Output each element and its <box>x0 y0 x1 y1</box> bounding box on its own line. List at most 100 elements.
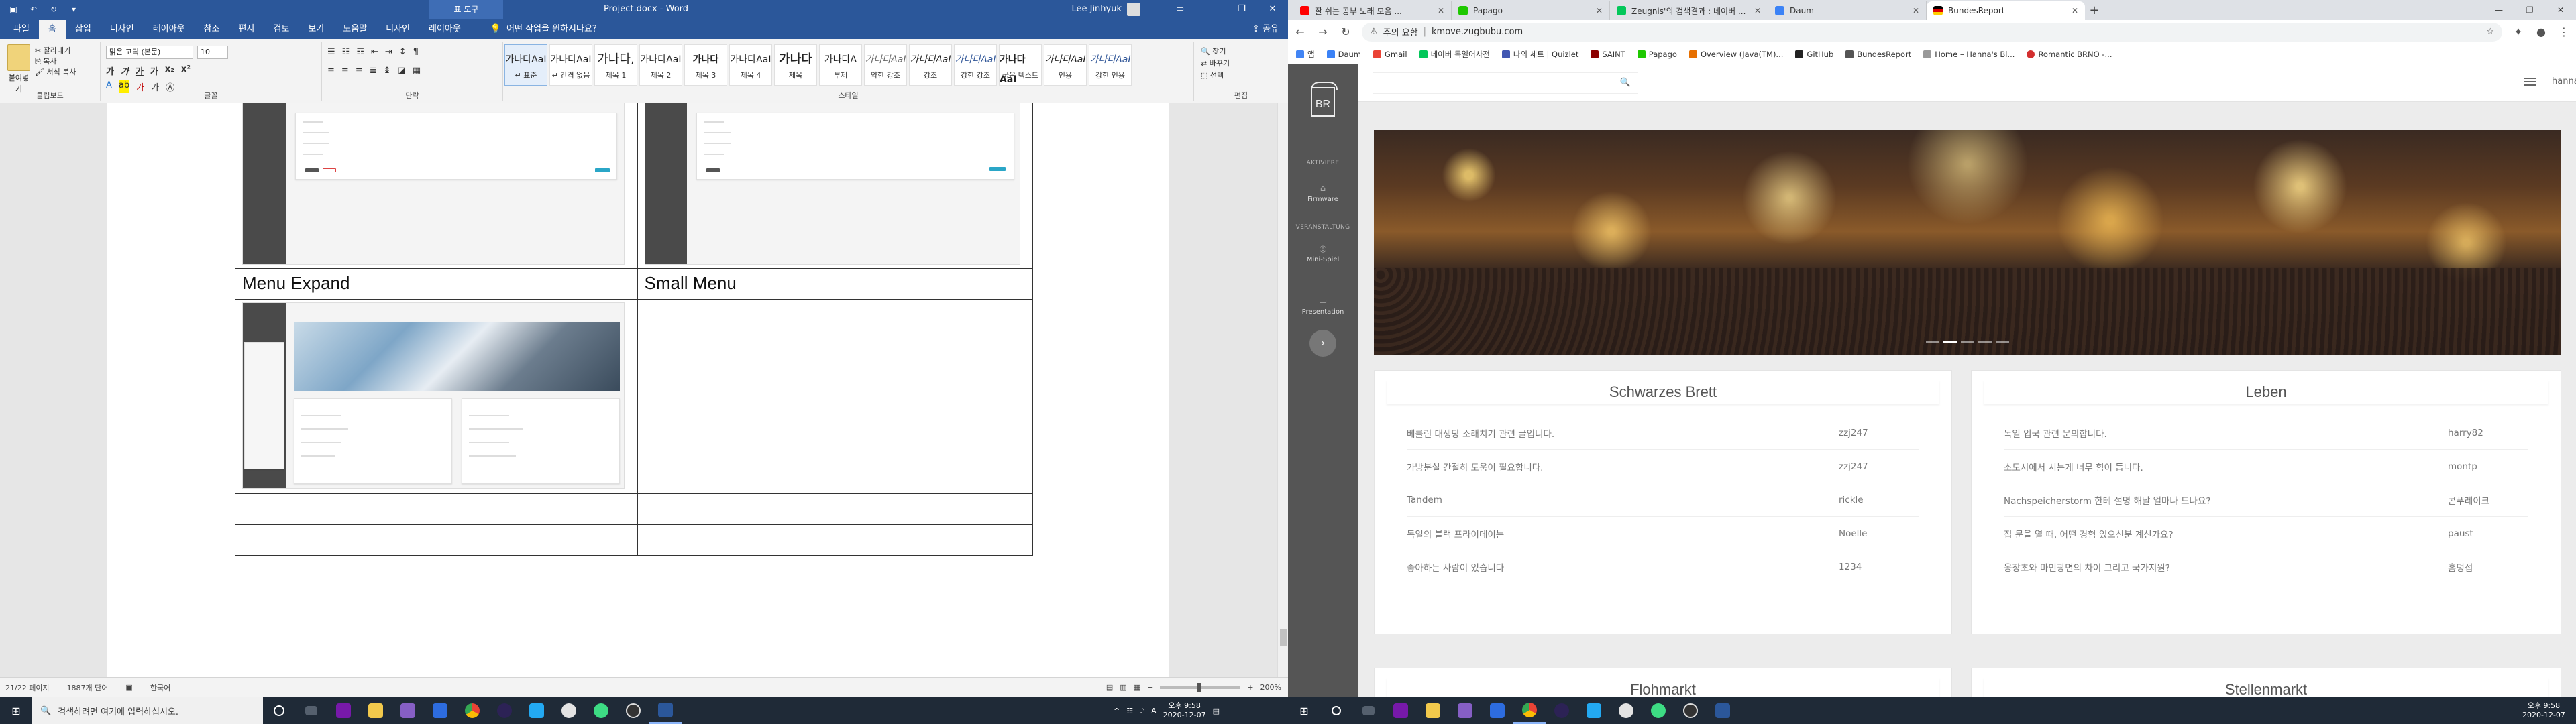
style-strong[interactable]: 가나다AaI 굵은 텍스트 <box>999 44 1042 86</box>
table-cell[interactable] <box>637 493 1033 525</box>
align-right-icon[interactable]: ≡ <box>356 66 363 76</box>
bookmark-item[interactable]: Home – Hanna's Bl... <box>1923 50 2015 59</box>
print-layout-icon[interactable]: ▥ <box>1120 683 1126 692</box>
share-button[interactable]: ⇪ 공유 <box>1243 20 1288 39</box>
table-cell[interactable] <box>637 103 1033 269</box>
customize-icon[interactable]: ▾ <box>68 4 79 15</box>
italic-button[interactable]: 가 <box>121 64 129 77</box>
taskbar-search[interactable]: 🔍 검색하려면 여기에 입력하십시오. <box>32 697 263 724</box>
security-icon[interactable] <box>424 697 456 724</box>
close-tab-icon[interactable]: ✕ <box>2072 6 2078 15</box>
cortana-icon[interactable] <box>263 697 295 724</box>
close-tab-icon[interactable]: ✕ <box>1596 6 1603 15</box>
carousel-dot[interactable] <box>1978 341 1992 343</box>
address-bar[interactable]: ⚠ 주의 요함 | kmove.zugbubu.com ☆ <box>1362 22 2502 42</box>
file-explorer-icon[interactable] <box>360 697 392 724</box>
tab-references[interactable]: 참조 <box>195 20 229 39</box>
bookmark-item[interactable]: SAINT <box>1591 50 1625 59</box>
tab-view[interactable]: 보기 <box>299 20 333 39</box>
clock[interactable]: 오후 9:58 2020-12-07 <box>1163 701 1206 720</box>
paste-button[interactable]: 붙여넣기 <box>5 44 32 94</box>
table-cell[interactable] <box>235 493 638 525</box>
chrome-menu-icon[interactable]: ⋮ <box>2557 25 2571 38</box>
obs-icon[interactable] <box>1674 697 1707 724</box>
list-item[interactable]: 옹장초와 마인광면의 차이 그리고 국가지원? 홈덩접 <box>2004 550 2528 584</box>
list-item[interactable]: 소도시에서 시는게 너무 힘이 듭니다. montp <box>2004 450 2528 483</box>
post-title[interactable]: 가방분실 간절히 도움이 필요합니다. <box>1407 460 1839 473</box>
file-explorer-icon[interactable] <box>1417 697 1449 724</box>
style-normal[interactable]: 가나다AaI ↵ 표준 <box>504 44 547 86</box>
browser-tab[interactable]: Zeugnis'의 검색결과 : 네이버 ... ✕ <box>1610 1 1768 20</box>
multilevel-icon[interactable]: ☶ <box>356 47 364 57</box>
show-marks-icon[interactable]: ¶ <box>413 47 419 57</box>
bookmark-item[interactable]: Romantic BRNO -... <box>2027 50 2112 59</box>
save-icon[interactable]: ▣ <box>8 4 19 15</box>
bookmark-item[interactable]: Daum <box>1326 50 1361 59</box>
bold-button[interactable]: 가 <box>106 64 114 77</box>
zoom-slider-thumb[interactable] <box>1197 682 1201 692</box>
replace-button[interactable]: ⇄ 바꾸기 <box>1201 58 1230 70</box>
site-search-input[interactable]: 🔍 <box>1373 72 1638 94</box>
style-intense-quote[interactable]: 가나다AaI 강한 인용 <box>1089 44 1132 86</box>
page-count[interactable]: 21/22 페이지 <box>5 682 50 693</box>
close-icon[interactable]: ✕ <box>2545 0 2576 20</box>
font-name-select[interactable]: 맑은 고딕 (본문) <box>106 46 193 59</box>
tab-help[interactable]: 도움말 <box>333 20 376 39</box>
bookmark-item[interactable]: 나의 세트 | Quizlet <box>1501 49 1578 60</box>
card-title[interactable]: Flohmarkt <box>1387 678 1939 697</box>
subscript-button[interactable]: x₂ <box>165 64 174 77</box>
style-title[interactable]: 가나다 제목 <box>774 44 817 86</box>
document-page[interactable]: Menu Expand Small Menu <box>107 103 1169 677</box>
style-subtle-emphasis[interactable]: 가나다AaI 약한 강조 <box>864 44 907 86</box>
document-table[interactable]: Menu Expand Small Menu <box>235 103 1033 556</box>
zoom-out-icon[interactable]: − <box>1147 683 1153 692</box>
visual-studio-icon[interactable] <box>392 697 424 724</box>
table-cell[interactable] <box>637 524 1033 556</box>
kakao-icon[interactable] <box>1610 697 1642 724</box>
bookmark-item[interactable]: 앱 <box>1296 49 1315 60</box>
numbering-icon[interactable]: ☷ <box>342 47 350 57</box>
warning-icon[interactable]: ⚠ <box>1370 27 1378 37</box>
card-title[interactable]: Schwarzes Brett <box>1387 380 1939 404</box>
superscript-button[interactable]: x² <box>181 64 191 77</box>
url-text[interactable]: kmove.zugbubu.com <box>1432 27 1523 37</box>
tab-review[interactable]: 검토 <box>264 20 299 39</box>
browser-tab-active[interactable]: BundesReport ✕ <box>1927 1 2085 20</box>
format-painter-button[interactable]: 🖌 서식 복사 <box>35 67 76 78</box>
style-no-spacing[interactable]: 가나다AaI ↵ 간격 없음 <box>549 44 592 86</box>
zoom-in-icon[interactable]: + <box>1247 683 1253 692</box>
search-icon[interactable]: 🔍 <box>1620 78 1631 88</box>
eclipse-icon[interactable] <box>1546 697 1578 724</box>
word-count[interactable]: 1887개 단어 <box>67 682 109 693</box>
extensions-icon[interactable]: ✦ <box>2512 25 2525 38</box>
menu-icon[interactable] <box>2524 78 2536 86</box>
browser-tab[interactable]: Daum ✕ <box>1768 1 1927 20</box>
card-title[interactable]: Stellenmarkt <box>1984 678 2548 697</box>
copy-button[interactable]: ⎘ 복사 <box>35 56 76 67</box>
chrome-icon[interactable] <box>1513 697 1546 724</box>
bookmark-item[interactable]: BundesReport <box>1845 50 1911 59</box>
tab-design[interactable]: 디자인 <box>101 20 144 39</box>
sidebar-toggle-button[interactable]: › <box>1309 330 1336 357</box>
post-title[interactable]: Tandem <box>1407 495 1839 505</box>
table-cell[interactable] <box>235 299 638 494</box>
list-item[interactable]: 독일의 블랙 프라이데이는 Noelle <box>1407 517 1919 550</box>
close-tab-icon[interactable]: ✕ <box>1913 6 1919 15</box>
post-title[interactable]: 집 문을 열 때, 어떤 경험 있으신분 계신가요? <box>2004 527 2448 540</box>
bookmark-item[interactable]: 네이버 독일어사전 <box>1419 49 1490 60</box>
onenote-icon[interactable] <box>1385 697 1417 724</box>
table-cell-small-menu[interactable]: Small Menu <box>637 268 1033 300</box>
tab-mailings[interactable]: 편지 <box>229 20 264 39</box>
table-cell[interactable] <box>235 103 638 269</box>
list-item[interactable]: Tandem rickle <box>1407 483 1919 517</box>
eclipse-icon[interactable] <box>488 697 521 724</box>
increase-indent-icon[interactable]: ⇥ <box>385 47 392 57</box>
font-size-select[interactable]: 10 <box>197 46 228 59</box>
bullets-icon[interactable]: ☰ <box>327 47 335 57</box>
maximize-icon[interactable]: ❐ <box>2514 0 2545 20</box>
sidebar-item-presentation[interactable]: ▭ Presentation <box>1288 296 1358 316</box>
task-view-icon[interactable] <box>295 697 327 724</box>
select-button[interactable]: ⬚ 선택 <box>1201 70 1230 82</box>
carousel-dot[interactable] <box>1961 341 1974 343</box>
list-item[interactable]: Nachspeicherstorm 한테 설명 해달 얼마나 드나요? 콘푸레이크 <box>2004 483 2528 517</box>
